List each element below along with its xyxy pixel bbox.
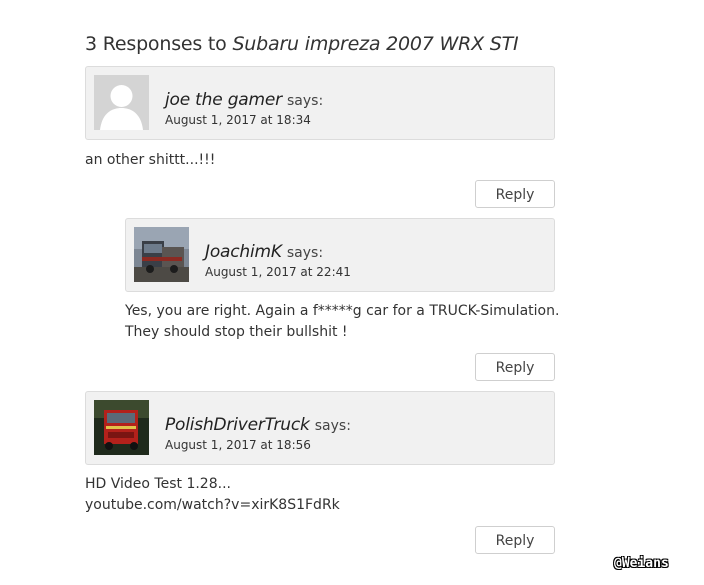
comment-author: PolishDriverTruck says:	[165, 415, 351, 435]
post-title: Subaru impreza 2007 WRX STI	[232, 33, 519, 55]
watermark: @Weians	[614, 556, 669, 571]
default-avatar[interactable]	[94, 75, 149, 130]
comment-author: JoachimK says:	[205, 242, 323, 262]
reply-button[interactable]: Reply	[475, 353, 555, 381]
red-truck-avatar[interactable]	[94, 400, 149, 455]
comments-count-label: 3 Responses to	[85, 33, 233, 55]
reply-button[interactable]: Reply	[475, 526, 555, 554]
truck-photo-avatar[interactable]	[134, 227, 189, 282]
comment-date[interactable]: August 1, 2017 at 18:56	[165, 438, 311, 452]
comment-line: an other shittt...!!!	[85, 152, 216, 168]
comments-heading: 3 Responses to Subaru impreza 2007 WRX S…	[85, 33, 519, 55]
comment-body: Yes, you are right. Again a f*****g car …	[125, 301, 559, 343]
comment-line: Yes, you are right. Again a f*****g car …	[125, 303, 560, 319]
reply-button[interactable]: Reply	[475, 180, 555, 208]
comment-header: joe the gamer says: August 1, 2017 at 18…	[85, 66, 555, 140]
says-label: says:	[314, 418, 351, 434]
says-label: says:	[287, 93, 324, 109]
comment-body: HD Video Test 1.28... youtube.com/watch?…	[85, 474, 340, 516]
comment-header: JoachimK says: August 1, 2017 at 22:41	[125, 218, 555, 292]
author-name[interactable]: JoachimK	[205, 242, 282, 262]
author-name[interactable]: PolishDriverTruck	[165, 415, 310, 435]
comment-date[interactable]: August 1, 2017 at 18:34	[165, 113, 311, 127]
comment-line: They should stop their bullshit !	[125, 324, 348, 340]
comment-link[interactable]: youtube.com/watch?v=xirK8S1FdRk	[85, 495, 340, 516]
comment-line: HD Video Test 1.28...	[85, 476, 231, 492]
author-name[interactable]: joe the gamer	[165, 90, 282, 110]
comment-body: an other shittt...!!!	[85, 150, 215, 171]
comment-date[interactable]: August 1, 2017 at 22:41	[205, 265, 351, 279]
says-label: says:	[286, 245, 324, 261]
comment-header: PolishDriverTruck says: August 1, 2017 a…	[85, 391, 555, 465]
comment-author: joe the gamer says:	[165, 90, 323, 110]
